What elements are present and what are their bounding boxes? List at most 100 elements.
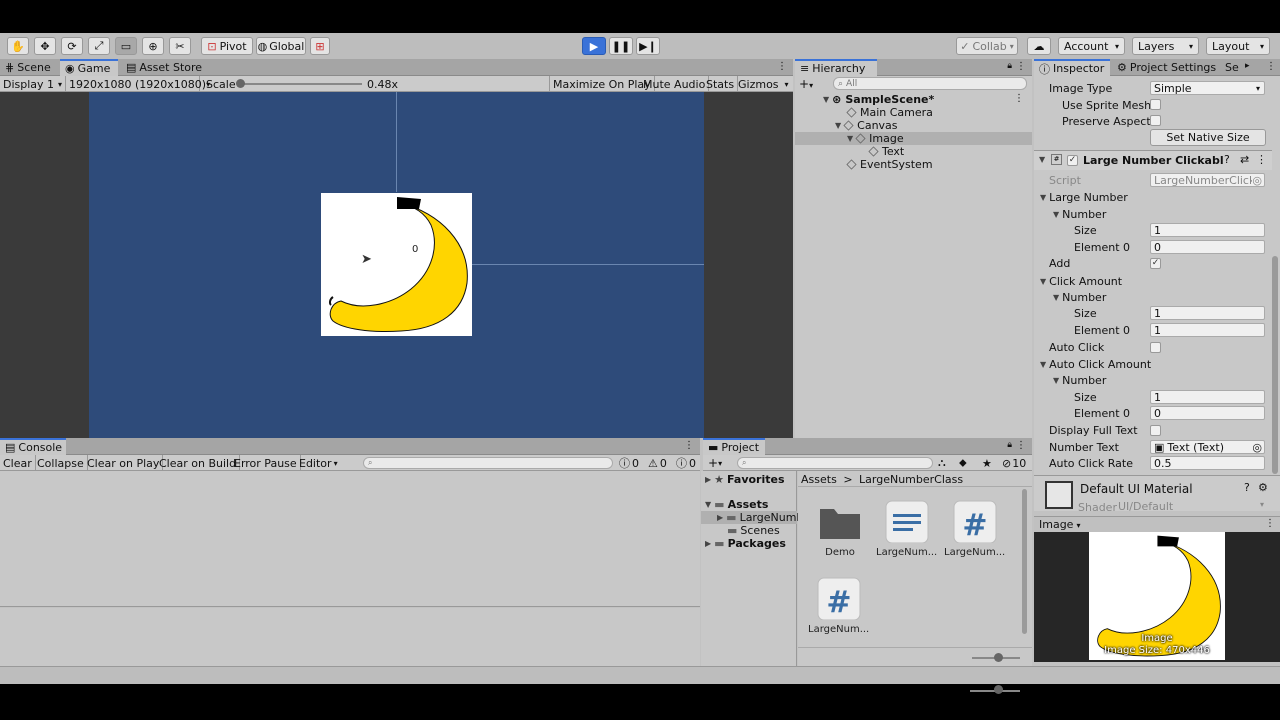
account-button[interactable]: Account ▾: [1058, 37, 1125, 55]
largenumber-folder-item[interactable]: ▶ ▬ LargeNumb: [717, 511, 803, 524]
asset-item-demo[interactable]: Demo: [810, 499, 870, 559]
preview-menu-icon[interactable]: ⋮: [1265, 518, 1275, 529]
resolution-dropdown[interactable]: 1920x1080 (1920x1080) ▾: [66, 76, 210, 92]
mute-audio-toggle[interactable]: Mute Audio: [640, 76, 710, 92]
clear-on-play-toggle[interactable]: Clear on Play: [84, 455, 164, 471]
project-scrollbar[interactable]: [1022, 489, 1027, 634]
layout-button[interactable]: Layout ▾: [1206, 37, 1270, 55]
lock-icon[interactable]: 🔒︎: [1007, 61, 1012, 71]
panel-menu-icon[interactable]: ⋮: [684, 440, 694, 451]
large-number-foldout[interactable]: ▼ Large Number: [1040, 189, 1128, 205]
footer-icon-size-thumb[interactable]: [994, 653, 1003, 662]
clear-button[interactable]: Clear: [0, 455, 36, 471]
icon-size-slider-thumb[interactable]: [994, 685, 1003, 694]
tab-scroll-icon[interactable]: ▸: [1245, 61, 1250, 71]
preserve-aspect-checkbox[interactable]: [1150, 115, 1161, 126]
tab-project[interactable]: ▬ Project: [703, 438, 765, 455]
tab-project-settings[interactable]: ⚙ Project Settings: [1112, 59, 1220, 76]
preview-dropdown[interactable]: Image ▾: [1039, 518, 1080, 531]
hand-tool-icon[interactable]: ✋: [7, 37, 29, 55]
large-number-element0-field[interactable]: 0: [1150, 240, 1265, 254]
hidden-packages-toggle[interactable]: ⊘ 10: [999, 455, 1029, 471]
packages-folder-item[interactable]: ▶ ▬ Packages: [705, 537, 786, 550]
pause-button[interactable]: ❚❚: [609, 37, 633, 55]
collapse-toggle[interactable]: Collapse: [34, 455, 88, 471]
pivot-button[interactable]: ⊡ Pivot: [201, 37, 253, 55]
click-amount-number-foldout[interactable]: ▼ Number: [1053, 289, 1106, 305]
scenes-folder-item[interactable]: ▬ Scenes: [727, 524, 780, 537]
hierarchy-item-text[interactable]: Text: [868, 145, 904, 158]
auto-click-checkbox[interactable]: [1150, 342, 1161, 353]
lock-icon[interactable]: 🔒︎: [1007, 440, 1012, 450]
create-asset-button[interactable]: + ▾: [705, 455, 725, 471]
tab-inspector[interactable]: ⓘ Inspector: [1034, 59, 1110, 76]
gear-icon[interactable]: ⚙: [1258, 481, 1268, 494]
image-type-dropdown[interactable]: Simple ▾: [1150, 81, 1265, 95]
hierarchy-item-canvas[interactable]: ▼ Canvas: [835, 119, 898, 132]
auto-click-rate-field[interactable]: 0.5: [1150, 456, 1265, 470]
click-amount-foldout[interactable]: ▼ Click Amount: [1040, 273, 1122, 289]
hierarchy-item-samplescene[interactable]: ▼ ⊛ SampleScene*: [823, 93, 934, 106]
large-number-size-field[interactable]: 1: [1150, 223, 1265, 237]
click-amount-element0-field[interactable]: 1: [1150, 323, 1265, 337]
breadcrumb-current[interactable]: LargeNumberClass: [859, 473, 963, 486]
auto-click-amount-number-foldout[interactable]: ▼ Number: [1053, 372, 1106, 388]
help-icon[interactable]: ?: [1244, 481, 1250, 494]
hierarchy-search-input[interactable]: ⌕ All: [833, 77, 1027, 90]
transform-tool-icon[interactable]: ⊕: [142, 37, 164, 55]
tab-hierarchy[interactable]: ≡ Hierarchy: [795, 59, 877, 76]
collab-button[interactable]: ✓ Collab ▾: [956, 37, 1018, 55]
search-by-type-icon[interactable]: ⛬: [935, 455, 949, 471]
scene-menu-icon[interactable]: ⋮: [1014, 93, 1024, 104]
asset-item-script-2[interactable]: # LargeNum...: [808, 576, 869, 636]
auto-click-amount-element0-field[interactable]: 0: [1150, 406, 1265, 420]
global-button[interactable]: ◍ Global: [256, 37, 306, 55]
auto-click-amount-size-field[interactable]: 1: [1150, 390, 1265, 404]
hierarchy-item-main-camera[interactable]: Main Camera: [846, 106, 933, 119]
favorites-item[interactable]: ▶ ★ Favorites: [705, 473, 785, 486]
panel-menu-icon[interactable]: ⋮: [777, 61, 787, 72]
game-canvas[interactable]: 0 ➤: [89, 92, 704, 438]
auto-click-amount-foldout[interactable]: ▼ Auto Click Amount: [1040, 356, 1151, 372]
editor-dropdown[interactable]: Editor ▾: [296, 455, 341, 471]
assets-folder-item[interactable]: ▼ ▬ Assets: [705, 498, 768, 511]
custom-tool-icon[interactable]: ✂: [169, 37, 191, 55]
breadcrumb-assets[interactable]: Assets: [801, 473, 837, 486]
panel-menu-icon[interactable]: ⋮: [1016, 440, 1026, 451]
material-thumbnail[interactable]: [1045, 481, 1073, 509]
clear-on-build-toggle[interactable]: Clear on Build: [156, 455, 241, 471]
inspector-scrollbar[interactable]: [1272, 256, 1278, 474]
scale-slider-track[interactable]: [240, 83, 362, 85]
large-number-number-foldout[interactable]: ▼ Number: [1053, 206, 1106, 222]
stats-toggle[interactable]: Stats: [703, 76, 739, 92]
warning-count-toggle[interactable]: ⚠ 0: [645, 455, 670, 471]
component-menu-icon[interactable]: ⋮: [1256, 153, 1267, 166]
scale-slider-thumb[interactable]: [236, 79, 245, 88]
object-picker-icon[interactable]: ◎: [1252, 441, 1262, 453]
use-sprite-mesh-checkbox[interactable]: [1150, 99, 1161, 110]
expand-arrow-icon[interactable]: ▼: [1039, 155, 1045, 164]
asset-item-script-1[interactable]: # LargeNum...: [944, 499, 1005, 559]
console-search-input[interactable]: ⌕: [363, 457, 613, 469]
hierarchy-item-image[interactable]: ▼ Image: [847, 132, 904, 145]
cloud-button[interactable]: ☁: [1027, 37, 1051, 55]
error-pause-toggle[interactable]: Error Pause: [231, 455, 301, 471]
panel-menu-icon[interactable]: ⋮: [1016, 61, 1026, 72]
tab-asset-store[interactable]: ▤ Asset Store: [121, 59, 206, 76]
preset-icon[interactable]: ⇄: [1240, 153, 1249, 166]
log-count-toggle[interactable]: ⓘ 0: [616, 455, 642, 471]
asset-item-textfile[interactable]: LargeNum...: [876, 499, 937, 559]
move-tool-icon[interactable]: ✥: [34, 37, 56, 55]
game-view[interactable]: 0 ➤: [0, 92, 793, 438]
rect-tool-icon[interactable]: ▭: [115, 37, 137, 55]
step-button[interactable]: ▶❙: [636, 37, 660, 55]
tab-services[interactable]: Se: [1220, 59, 1242, 76]
component-header[interactable]: ▼ # ✓ Large Number Clickable Ol ? ⇄ ⋮: [1034, 151, 1272, 170]
add-checkbox[interactable]: ✓: [1150, 258, 1161, 269]
tab-game[interactable]: ◉ Game: [60, 59, 118, 76]
number-text-field[interactable]: ▣ Text (Text) ◎: [1150, 440, 1265, 454]
rotate-tool-icon[interactable]: ⟳: [61, 37, 83, 55]
help-icon[interactable]: ?: [1224, 153, 1230, 166]
hierarchy-item-eventsystem[interactable]: EventSystem: [846, 158, 933, 171]
layers-button[interactable]: Layers ▾: [1132, 37, 1199, 55]
